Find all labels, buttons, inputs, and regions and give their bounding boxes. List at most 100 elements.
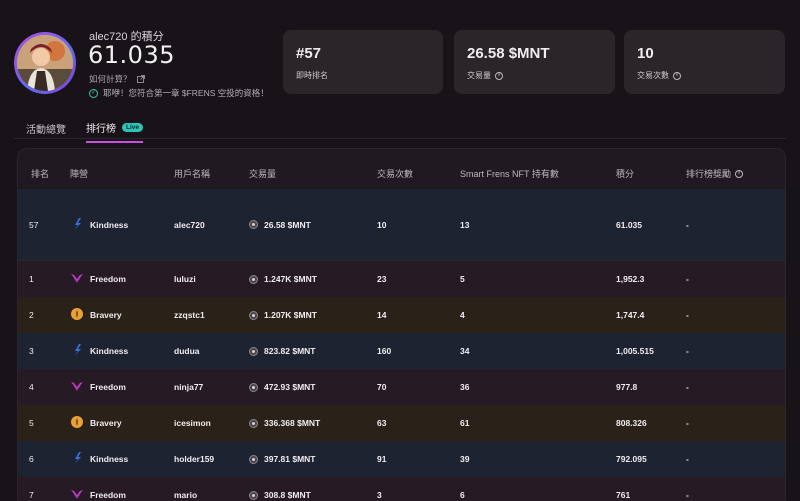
leaderboard-page: alec720 的積分 61.035 如何計算？ ✓ 耶咿！您符合第一章 $FR… bbox=[0, 0, 800, 501]
volume-cell-text: 472.93 $MNT bbox=[264, 382, 316, 392]
trades-cell-text: 14 bbox=[377, 310, 387, 320]
nft-count-cell-text: 13 bbox=[460, 219, 470, 230]
nft-count-cell-text: 61 bbox=[460, 418, 470, 428]
points-cell-text: 761 bbox=[616, 490, 631, 500]
rank-cell-text: 6 bbox=[29, 454, 34, 464]
rank-cell: 7 bbox=[29, 490, 34, 500]
username-cell: holder159 bbox=[174, 454, 214, 464]
reward-cell: - bbox=[686, 382, 689, 392]
mnt-token-icon bbox=[249, 274, 258, 284]
reward-cell: - bbox=[686, 220, 689, 230]
points-cell: 761 bbox=[616, 490, 630, 500]
faction-cell-text: Bravery bbox=[90, 310, 122, 320]
points-cell-text: 1,747.4 bbox=[616, 310, 645, 320]
mnt-token-icon bbox=[249, 220, 258, 229]
points-cell-text: 61.035 bbox=[616, 219, 642, 230]
table-row[interactable]: 7 Freedom mario 308.8 $MNT 3 6 761 - bbox=[18, 477, 785, 501]
table-row[interactable]: 4 Freedom ninja77 472.93 $MNT 70 36 977.8 - bbox=[18, 369, 785, 405]
how-to-calculate-label: 如何計算？ bbox=[89, 74, 132, 84]
how-to-calculate-link[interactable]: 如何計算？ bbox=[89, 73, 145, 85]
tab-label: 排行榜 bbox=[86, 124, 116, 135]
nft-count-cell-text: 5 bbox=[460, 274, 465, 284]
tab-activity-overview[interactable]: 活動總覽 bbox=[26, 120, 66, 143]
mnt-token-icon bbox=[249, 490, 258, 500]
rank-cell: 3 bbox=[29, 346, 34, 356]
header-user: 用戶名稱 bbox=[174, 169, 211, 179]
table-row[interactable]: 3 Kindness dudua 823.82 $MNT 160 34 1,005.515 - bbox=[18, 333, 785, 369]
faction-cell-text: Kindness bbox=[90, 346, 129, 356]
check-circle-icon: ✓ bbox=[89, 88, 98, 98]
rank-cell-text: 5 bbox=[29, 418, 34, 428]
trades-cell: 3 bbox=[377, 490, 382, 500]
username-cell: icesimon bbox=[174, 418, 211, 428]
freedom-icon bbox=[70, 379, 84, 395]
info-icon[interactable]: i bbox=[495, 71, 503, 80]
rank-label: 即時排名 bbox=[296, 71, 328, 80]
trades-cell-text: 23 bbox=[377, 274, 387, 284]
volume-cell-text: 1.247K $MNT bbox=[264, 274, 317, 284]
kindness-icon bbox=[70, 451, 84, 467]
tab-leaderboard[interactable]: 排行榜 Live bbox=[86, 120, 144, 143]
points-cell: 61.035 bbox=[616, 220, 642, 230]
rank-value: #57 bbox=[296, 45, 322, 62]
username-cell-text: luluzi bbox=[174, 274, 196, 284]
faction-cell-text: Bravery bbox=[90, 418, 122, 428]
volume-cell: 1.247K $MNT bbox=[249, 274, 317, 284]
rank-cell-text: 1 bbox=[29, 274, 34, 284]
rank-cell-text: 57 bbox=[29, 219, 39, 230]
reward-cell-text: - bbox=[686, 219, 689, 230]
bravery-icon bbox=[70, 415, 84, 431]
table-header: 排名 陣營 用戶名稱 交易量 交易次數 Smart Frens NFT 持有數 … bbox=[18, 149, 785, 189]
faction-cell-text: Kindness bbox=[90, 219, 129, 230]
nft-count-cell: 39 bbox=[460, 454, 469, 464]
points-cell-text: 977.8 bbox=[616, 382, 638, 392]
tab-label: 活動總覽 bbox=[26, 125, 66, 136]
mnt-token-icon bbox=[249, 346, 258, 356]
table-row[interactable]: 1 Freedom luluzi 1.247K $MNT 23 5 1,952.3 - bbox=[18, 261, 785, 297]
nft-count-cell: 36 bbox=[460, 382, 469, 392]
points-cell: 808.326 bbox=[616, 418, 647, 428]
faction-cell: Freedom bbox=[70, 379, 126, 395]
header-reward: 排行榜獎勵 i bbox=[686, 167, 744, 180]
rank-cell: 2 bbox=[29, 310, 34, 320]
faction-cell: Bravery bbox=[70, 307, 122, 323]
faction-cell-text: Freedom bbox=[90, 274, 126, 284]
trades-card: 10 交易次數 i bbox=[624, 30, 785, 94]
info-icon[interactable]: i bbox=[735, 169, 744, 178]
nft-count-cell-text: 36 bbox=[460, 382, 470, 392]
faction-cell: Freedom bbox=[70, 487, 126, 501]
nft-count-cell-text: 39 bbox=[460, 454, 470, 464]
rank-cell: 6 bbox=[29, 454, 34, 464]
faction-cell-text: Kindness bbox=[90, 454, 129, 464]
trades-cell-text: 10 bbox=[377, 219, 387, 230]
trades-cell: 70 bbox=[377, 382, 386, 392]
username-cell: zzqstc1 bbox=[174, 310, 205, 320]
tab-bar: 活動總覽 排行榜 Live bbox=[26, 120, 144, 143]
rank-cell: 4 bbox=[29, 382, 34, 392]
table-row[interactable]: 5 Bravery icesimon 336.368 $MNT 63 61 808.326 - bbox=[18, 405, 785, 441]
username-cell: dudua bbox=[174, 346, 200, 356]
rank-cell: 1 bbox=[29, 274, 34, 284]
table-row[interactable]: 6 Kindness holder159 397.81 $MNT 91 39 792.095… bbox=[18, 441, 785, 477]
info-icon[interactable]: i bbox=[673, 71, 681, 80]
table-row[interactable]: 2 Bravery zzqstc1 1.207K $MNT 14 4 1,747.4 - bbox=[18, 297, 785, 333]
eligibility-text: 耶咿！您符合第一章 $FRENS 空投的資格！ bbox=[103, 88, 269, 98]
volume-cell-text: 397.81 $MNT bbox=[264, 454, 316, 464]
faction-cell: Freedom bbox=[70, 271, 126, 287]
reward-cell-text: - bbox=[686, 346, 689, 356]
reward-cell: - bbox=[686, 490, 689, 500]
volume-cell-text: 336.368 $MNT bbox=[264, 418, 321, 428]
table-row[interactable]: 57 Kindness alec720 26.58 $MNT 10 13 61.035 - bbox=[18, 189, 785, 261]
volume-cell: 397.81 $MNT bbox=[249, 454, 316, 464]
reward-cell-text: - bbox=[686, 418, 689, 428]
nft-count-cell-text: 6 bbox=[460, 490, 465, 500]
nft-count-cell-text: 4 bbox=[460, 310, 465, 320]
username-cell: mario bbox=[174, 490, 197, 500]
live-badge: Live bbox=[122, 123, 144, 132]
leaderboard-table: 排名 陣營 用戶名稱 交易量 交易次數 Smart Frens NFT 持有數 … bbox=[17, 148, 786, 501]
trades-cell: 10 bbox=[377, 220, 386, 230]
trades-cell-text: 3 bbox=[377, 490, 382, 500]
kindness-icon bbox=[70, 343, 84, 359]
trades-cell: 14 bbox=[377, 310, 386, 320]
mnt-token-icon bbox=[249, 310, 258, 320]
